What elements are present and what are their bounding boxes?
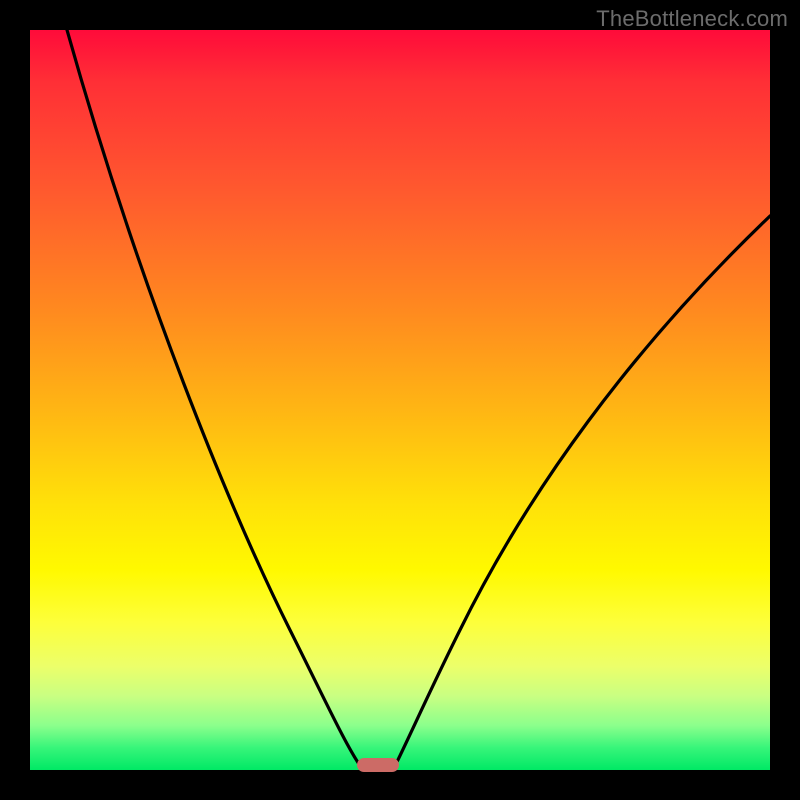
plot-area bbox=[30, 30, 770, 770]
dip-marker bbox=[357, 758, 399, 772]
watermark-text: TheBottleneck.com bbox=[596, 6, 788, 32]
curve-layer bbox=[30, 30, 770, 770]
chart-frame: TheBottleneck.com bbox=[0, 0, 800, 800]
left-curve bbox=[67, 30, 363, 770]
right-curve bbox=[393, 216, 770, 770]
